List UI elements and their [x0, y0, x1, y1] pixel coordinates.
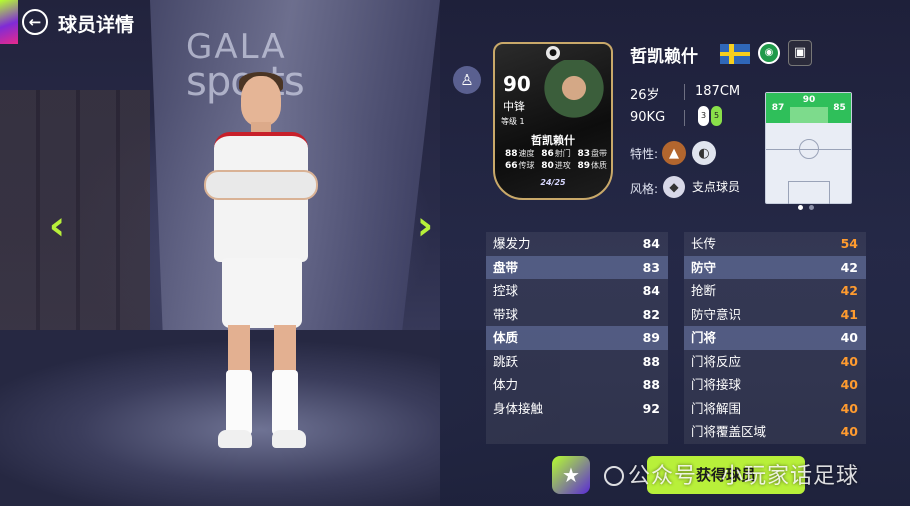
player-age: 26岁	[630, 88, 660, 103]
style-icon[interactable]: ◆	[663, 176, 685, 198]
card-stat: 86射门	[541, 149, 571, 159]
player-name: 哲凯赖什	[630, 47, 698, 67]
trait-icon[interactable]: ▲	[662, 141, 686, 165]
player-leg-right	[274, 325, 296, 375]
info-divider	[684, 84, 685, 100]
page-dot-active[interactable]	[798, 205, 803, 210]
attribute-group-row: 门将 40	[684, 326, 866, 350]
card-position: 中锋	[503, 100, 525, 113]
card-stats-row: 88速度 86射门 83盘带	[505, 148, 607, 160]
coach-button[interactable]: ♙	[453, 66, 481, 94]
attribute-row: 控球 84	[493, 283, 660, 298]
page-title: 球员详情	[58, 14, 135, 36]
trait-icon[interactable]: ◐	[692, 141, 716, 165]
previous-player-button[interactable]: ‹	[44, 206, 70, 246]
pitch-zone-right: 85	[828, 93, 851, 123]
attribute-group-row: 盘带 83	[486, 255, 668, 279]
coach-icon: ♙	[460, 71, 474, 89]
card-stat: 83盘带	[577, 149, 607, 159]
card-player-name: 哲凯赖什	[531, 134, 575, 147]
style-value: 支点球员	[692, 180, 741, 194]
attribute-group-row: 防守 42	[684, 255, 866, 279]
preferred-foot: 3 5	[698, 106, 724, 128]
attribute-row: 抢断 42	[691, 283, 858, 298]
locker-room-background	[0, 90, 150, 350]
player-head	[241, 76, 281, 126]
player-leg-left	[228, 325, 250, 375]
attribute-row: 门将覆盖区域 40	[691, 424, 858, 439]
card-player-photo	[541, 60, 607, 130]
attribute-row: 门将解围 40	[691, 400, 858, 416]
card-badge-icon: ●	[546, 46, 560, 60]
pitch-zone-center: 90	[790, 93, 828, 107]
watermark: 公众号 · 小玩家话足球	[604, 458, 859, 490]
attribute-row: 防守意识 41	[691, 306, 858, 322]
traits-label: 特性:	[630, 147, 659, 161]
player-height: 187CM	[695, 84, 741, 99]
attribute-row: 门将反应 40	[691, 353, 858, 369]
card-stat: 80进攻	[541, 161, 571, 171]
weak-foot-icon: 3	[698, 106, 709, 126]
attribute-row: 体力 88	[493, 377, 660, 392]
player-model[interactable]	[196, 70, 326, 465]
attribute-row: 跳跃 88	[493, 353, 660, 369]
page-dot[interactable]	[809, 205, 814, 210]
page-indicator	[798, 205, 814, 210]
header: ← 球员详情	[0, 0, 200, 44]
attributes-right: 长传 54 防守 42 抢断 42 防守意识 41 门将 40 门将反应 40 门将接球 40…	[684, 232, 866, 444]
favorite-button[interactable]: ★	[552, 456, 590, 494]
player-shorts	[222, 258, 302, 328]
card-stat: 66传球	[505, 161, 535, 171]
card-rating: 90	[503, 72, 531, 96]
star-icon: ★	[562, 463, 580, 487]
watermark-icon	[604, 466, 624, 486]
pitch-zone-left: 87	[766, 93, 790, 123]
attribute-row: 长传 54	[691, 236, 858, 251]
player-card[interactable]: ● 90 中锋 等级 1 哲凯赖什 88速度 86射门 83盘带 66传球 80…	[493, 42, 613, 200]
pitch-zone-center-low	[790, 107, 828, 123]
player-boot-right	[272, 430, 306, 448]
sweden-flag-icon	[720, 44, 750, 64]
position-pitch[interactable]: 87 90 85	[765, 92, 852, 204]
pitch-penalty-box	[788, 181, 830, 204]
card-stat: 89体质	[577, 161, 607, 171]
kit-icon[interactable]: ▣	[788, 40, 812, 66]
card-level: 等级 1	[501, 117, 525, 126]
attribute-group-row: 体质 89	[486, 326, 668, 350]
player-sock-left	[226, 370, 252, 435]
card-stats: 88速度 86射门 83盘带 66传球 80进攻 89体质	[505, 148, 607, 172]
back-arrow-icon: ←	[28, 12, 42, 31]
pitch-center-circle	[799, 139, 819, 159]
attributes-left: 爆发力 84 盘带 83 控球 84 带球 82 体质 89 跳跃 88 体力 88 身体接触…	[486, 232, 668, 444]
attribute-row: 门将接球 40	[691, 377, 858, 392]
club-crest-icon[interactable]: ◉	[758, 42, 780, 64]
attribute-row: 爆发力 84	[493, 236, 660, 251]
card-season: 24/25	[540, 178, 566, 187]
back-button[interactable]: ←	[22, 9, 48, 35]
next-player-button[interactable]: ›	[412, 206, 438, 246]
left-arrow-icon: ‹	[48, 203, 66, 249]
attribute-row: 身体接触 92	[493, 400, 660, 416]
strong-foot-icon: 5	[711, 106, 722, 126]
player-arms	[204, 170, 318, 200]
style-label: 风格:	[630, 182, 659, 196]
info-divider	[684, 110, 685, 126]
player-sock-right	[272, 370, 298, 435]
card-stats-row: 66传球 80进攻 89体质	[505, 160, 607, 172]
right-arrow-icon: ›	[416, 203, 434, 249]
player-boot-left	[218, 430, 252, 448]
player-weight: 90KG	[630, 110, 666, 125]
header-accent	[0, 0, 18, 44]
attribute-row: 带球 82	[493, 306, 660, 322]
card-stat: 88速度	[505, 149, 535, 159]
